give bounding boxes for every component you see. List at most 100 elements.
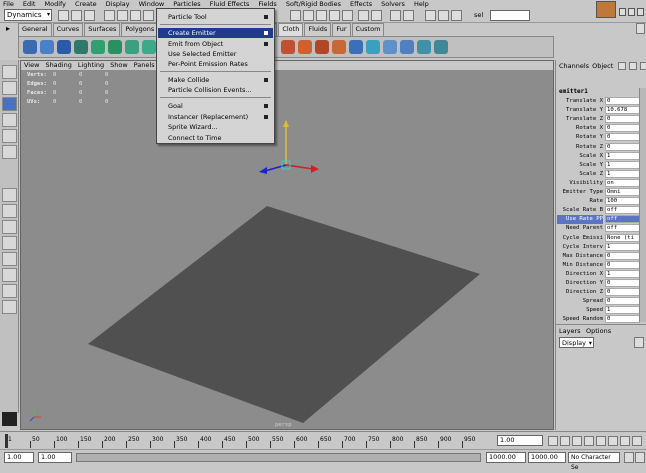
animation-start-field[interactable]: 1.00: [4, 452, 34, 463]
select-hierarchy-icon[interactable]: [104, 10, 115, 21]
gravity-icon[interactable]: [74, 40, 88, 54]
input-line-icon[interactable]: [438, 10, 449, 21]
channel-row[interactable]: Cycle Emissi None (ti: [557, 233, 640, 243]
channel-value[interactable]: 0: [605, 288, 640, 297]
channel-row[interactable]: Speed 1: [557, 306, 640, 315]
option-box-icon[interactable]: [264, 115, 268, 119]
menu-soft-rigid-bodies[interactable]: Soft/Rigid Bodies: [286, 0, 341, 8]
shelf-menu-icon[interactable]: ▸: [6, 24, 14, 34]
channel-row[interactable]: Direction Y0: [557, 279, 640, 288]
selected-node-name[interactable]: emitter1: [559, 88, 588, 95]
particles-menu-item-particle-collision-events[interactable]: Particle Collision Events...: [158, 85, 273, 95]
channel-value[interactable]: None (ti: [605, 233, 640, 242]
shelf-tab-polygons[interactable]: Polygons: [121, 23, 159, 36]
tool-settings-icon[interactable]: [618, 62, 626, 70]
instancer-icon[interactable]: [417, 40, 431, 54]
channel-value[interactable]: 0: [605, 133, 640, 142]
menu-fields[interactable]: Fields: [258, 0, 276, 8]
channel-value[interactable]: 1: [605, 169, 640, 178]
sprite-icon[interactable]: [434, 40, 448, 54]
shelf-tab-curves[interactable]: Curves: [52, 23, 84, 36]
channel-row[interactable]: Scale Z1: [557, 169, 640, 179]
shelf-tab-fur[interactable]: Fur: [332, 23, 351, 36]
particles-menu-item-emit-from-object[interactable]: Emit from Object: [158, 39, 273, 49]
fireworks-icon[interactable]: [332, 40, 346, 54]
fluid-icon[interactable]: [281, 40, 295, 54]
snap-point-icon[interactable]: [316, 10, 327, 21]
channel-value[interactable]: 0: [605, 124, 640, 133]
make-live-icon[interactable]: [342, 10, 353, 21]
construction-icon[interactable]: [371, 10, 382, 21]
render-icon[interactable]: [390, 10, 401, 21]
four-view-icon[interactable]: [2, 204, 17, 218]
channel-value[interactable]: off: [605, 224, 640, 233]
menu-fluid-effects[interactable]: Fluid Effects: [210, 0, 250, 8]
fire-icon[interactable]: [298, 40, 312, 54]
channel-row[interactable]: Emitter Type Omni: [557, 188, 640, 197]
menu-particles[interactable]: Particles: [173, 0, 200, 8]
range-bar[interactable]: [76, 453, 481, 462]
channel-row[interactable]: Translate X0: [557, 97, 640, 106]
layout-outliner-icon[interactable]: [2, 220, 17, 234]
channel-value[interactable]: off: [605, 206, 640, 215]
go-to-end-icon[interactable]: [632, 436, 642, 446]
manipulator-icon[interactable]: [2, 145, 17, 159]
channel-row[interactable]: Translate Z0: [557, 115, 640, 124]
history-icon[interactable]: [358, 10, 369, 21]
rotate-tool-icon[interactable]: [2, 113, 17, 127]
channel-row[interactable]: Spread 0: [557, 297, 640, 306]
channel-value[interactable]: 1: [605, 306, 640, 315]
shelf-tab-general[interactable]: General: [18, 23, 52, 36]
lightning-icon[interactable]: [349, 40, 363, 54]
menu-edit[interactable]: Edit: [23, 0, 36, 8]
channel-value[interactable]: 0: [605, 142, 640, 151]
menu-display[interactable]: Display: [106, 0, 130, 8]
step-forward-key-icon[interactable]: [620, 436, 630, 446]
current-time-marker[interactable]: [5, 434, 8, 448]
channel-row[interactable]: Rate 100: [557, 197, 640, 206]
new-scene-icon[interactable]: [58, 10, 69, 21]
menu-create[interactable]: Create: [75, 0, 97, 8]
channel-value[interactable]: Omni: [605, 188, 640, 196]
auto-key-icon[interactable]: [624, 452, 634, 463]
particles-menu-item-connect-to-time[interactable]: Connect to Time: [158, 133, 273, 143]
shelf-tab-fluids[interactable]: Fluids: [304, 23, 332, 36]
channel-value[interactable]: 1: [605, 160, 640, 169]
smoke-icon[interactable]: [315, 40, 329, 54]
save-scene-icon[interactable]: [84, 10, 95, 21]
curve-flow-icon[interactable]: [383, 40, 397, 54]
play-forward-icon[interactable]: [596, 436, 606, 446]
playback-end-field[interactable]: 1000.00: [486, 452, 526, 463]
shelf-tab-custom[interactable]: Custom: [351, 23, 385, 36]
trash-icon[interactable]: [636, 23, 645, 34]
channel-scrollbar[interactable]: [639, 88, 646, 322]
attribute-editor-icon[interactable]: [629, 62, 637, 70]
option-box-icon[interactable]: [264, 78, 268, 82]
channel-row[interactable]: Direction X1: [557, 269, 640, 279]
preferences-icon[interactable]: [635, 452, 645, 463]
layout-custom-icon[interactable]: [2, 284, 17, 298]
particles-menu-item-use-selected-emitter[interactable]: Use Selected Emitter: [158, 49, 273, 59]
quick-select-field[interactable]: [490, 10, 530, 21]
ipr-render-icon[interactable]: [403, 10, 414, 21]
channel-row[interactable]: Direction Z0: [557, 288, 640, 297]
channel-value[interactable]: 0: [605, 297, 640, 306]
menu-window[interactable]: Window: [139, 0, 165, 8]
animation-end-field[interactable]: 1000.00: [528, 452, 566, 463]
shatter-icon[interactable]: [366, 40, 380, 54]
emitter-icon[interactable]: [23, 40, 37, 54]
particles-menu-item-instancer-replacement[interactable]: Instancer (Replacement): [158, 112, 273, 122]
snap-curve-icon[interactable]: [303, 10, 314, 21]
ground-plane[interactable]: [88, 206, 480, 423]
channel-value[interactable]: 0: [605, 260, 640, 269]
layout-icon[interactable]: [637, 8, 644, 16]
go-to-start-icon[interactable]: [548, 436, 558, 446]
playback-start-field[interactable]: 1.00: [38, 452, 72, 463]
channel-row[interactable]: Rotate Y0: [557, 133, 640, 142]
layer-display-dropdown[interactable]: Display ▾: [559, 337, 594, 348]
channel-value[interactable]: 0: [605, 115, 640, 124]
step-forward-frame-icon[interactable]: [608, 436, 618, 446]
channels-menu[interactable]: Channels: [559, 62, 589, 70]
layout-icon[interactable]: [628, 8, 635, 16]
channel-value[interactable]: 10.678: [605, 106, 640, 115]
